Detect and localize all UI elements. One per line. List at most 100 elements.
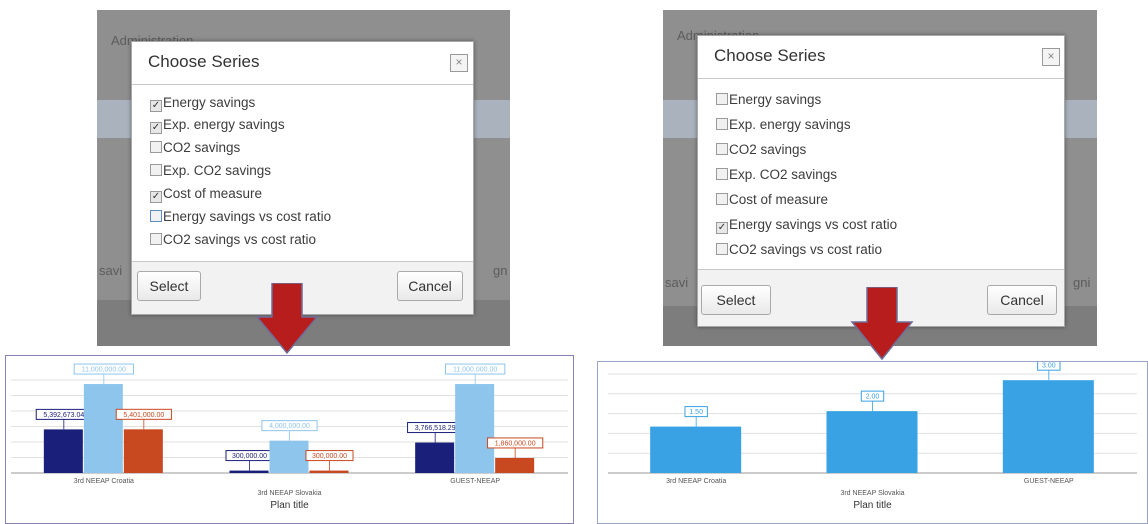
checkbox-energy-savings-vs-cost-ratio[interactable]: ✓ — [716, 222, 728, 234]
option-label: CO2 savings — [729, 142, 807, 157]
data-label: 300,000.00 — [312, 453, 347, 460]
series-option-energy-savings[interactable]: Energy savings — [716, 92, 821, 107]
series-option-energy-savings-vs-cost-ratio[interactable]: ✓ Energy savings vs cost ratio — [716, 217, 897, 234]
dialog-title: Choose Series — [714, 46, 826, 65]
checkbox-co2-savings-vs-cost-ratio[interactable] — [150, 233, 162, 245]
x-tick-label: 3rd NEEAP Croatia — [666, 478, 726, 485]
footer-separator — [698, 269, 1064, 270]
bar — [309, 470, 349, 473]
checkbox-exp-energy-savings[interactable] — [716, 118, 728, 130]
checkbox-energy-savings[interactable]: ✓ — [150, 100, 162, 112]
data-label: 3.00 — [1042, 363, 1056, 370]
right-background-side-right: gni — [1073, 275, 1091, 290]
series-option-co2-savings-vs-cost-ratio[interactable]: CO2 savings vs cost ratio — [150, 232, 316, 247]
right-bar-chart: 1.50 3rd NEEAP Croatia 2.00 3rd NEEAP Slova… — [608, 362, 1137, 511]
x-tick-label: GUEST-NEEAP — [450, 478, 500, 485]
close-icon[interactable]: × — [1042, 48, 1060, 66]
option-label: Cost of measure — [163, 186, 263, 201]
cancel-button[interactable]: Cancel — [987, 285, 1057, 315]
arrow-shape — [850, 287, 914, 361]
bar — [269, 440, 309, 473]
bar — [43, 429, 83, 473]
option-label: CO2 savings vs cost ratio — [163, 232, 317, 247]
dialog-title: Choose Series — [148, 52, 260, 71]
x-axis-title: Plan title — [270, 500, 309, 511]
data-label: 5,401,000.00 — [123, 412, 164, 419]
option-label: Exp. CO2 savings — [163, 163, 272, 178]
bar — [83, 384, 123, 473]
right-background-side-left: savi — [665, 275, 689, 290]
option-label: CO2 savings vs cost ratio — [729, 242, 883, 257]
data-label: 5,392,673.04 — [43, 412, 84, 419]
title-separator — [132, 84, 473, 85]
data-label: 1.50 — [689, 409, 703, 416]
option-label: CO2 savings — [163, 140, 241, 155]
option-label: Energy savings vs cost ratio — [729, 217, 898, 232]
bar — [826, 411, 918, 473]
title-separator — [698, 78, 1064, 79]
footer-separator — [132, 261, 473, 262]
data-label: 3,766,518.29 — [415, 425, 456, 432]
left-bar-chart: 5,392,673.04 11,000,000.00 5,401,000.00 3rd… — [11, 363, 568, 511]
checkbox-cost-of-measure[interactable] — [716, 193, 728, 205]
series-option-cost-of-measure[interactable]: ✓ Cost of measure — [150, 186, 262, 203]
left-background-side-left: savi — [99, 263, 123, 278]
x-tick-label: 3rd NEEAP Croatia — [74, 478, 134, 485]
series-option-exp-energy-savings[interactable]: Exp. energy savings — [716, 117, 851, 132]
option-label: Exp. energy savings — [729, 117, 851, 132]
checkbox-energy-savings-vs-cost-ratio[interactable] — [150, 210, 162, 222]
bar — [495, 457, 535, 473]
dialog-titlebar: Choose Series × — [132, 42, 473, 84]
checkbox-co2-savings-vs-cost-ratio[interactable] — [716, 243, 728, 255]
checkbox-energy-savings[interactable] — [716, 93, 728, 105]
series-option-exp-energy-savings[interactable]: ✓ Exp. energy savings — [150, 117, 285, 134]
data-label: 11,000,000.00 — [82, 367, 126, 374]
data-label: 300,000.00 — [232, 453, 267, 460]
series-option-co2-savings-vs-cost-ratio[interactable]: CO2 savings vs cost ratio — [716, 242, 882, 257]
checkbox-exp-energy-savings[interactable]: ✓ — [150, 122, 162, 134]
data-label: 4,000,000.00 — [269, 423, 310, 430]
checkbox-co2-savings[interactable] — [150, 141, 162, 153]
bar — [455, 384, 495, 473]
bar — [1002, 380, 1094, 473]
select-button[interactable]: Select — [701, 285, 771, 315]
select-button[interactable]: Select — [137, 271, 201, 301]
right-chart-panel: 1.50 3rd NEEAP Croatia 2.00 3rd NEEAP Slova… — [597, 361, 1148, 524]
series-option-co2-savings[interactable]: CO2 savings — [716, 142, 806, 157]
series-option-exp-co2-savings[interactable]: Exp. CO2 savings — [150, 163, 271, 178]
left-background-side-right: gn — [493, 263, 508, 278]
option-label: Energy savings vs cost ratio — [163, 209, 332, 224]
x-tick-label: 3rd NEEAP Slovakia — [257, 490, 321, 497]
left-choose-series-dialog: Choose Series × ✓ Energy savings ✓ Exp. en… — [131, 41, 474, 315]
cancel-button[interactable]: Cancel — [397, 271, 463, 301]
data-label: 11,000,000.00 — [453, 367, 497, 374]
bar — [229, 470, 269, 473]
option-label: Exp. CO2 savings — [729, 167, 838, 182]
dialog-titlebar: Choose Series × — [698, 36, 1064, 78]
right-down-arrow-icon — [850, 287, 914, 361]
right-choose-series-dialog: Choose Series × Energy savings Exp. ener… — [697, 35, 1065, 327]
checkbox-exp-co2-savings[interactable] — [716, 168, 728, 180]
checkbox-co2-savings[interactable] — [716, 143, 728, 155]
series-option-cost-of-measure[interactable]: Cost of measure — [716, 192, 828, 207]
option-label: Exp. energy savings — [163, 117, 285, 132]
series-option-co2-savings[interactable]: CO2 savings — [150, 140, 240, 155]
checkbox-exp-co2-savings[interactable] — [150, 164, 162, 176]
option-label: Cost of measure — [729, 192, 829, 207]
data-label: 2.00 — [866, 394, 880, 401]
option-label: Energy savings — [163, 95, 256, 110]
x-tick-label: 3rd NEEAP Slovakia — [840, 490, 904, 497]
x-tick-label: GUEST-NEEAP — [1024, 478, 1074, 485]
series-option-exp-co2-savings[interactable]: Exp. CO2 savings — [716, 167, 837, 182]
series-option-energy-savings[interactable]: ✓ Energy savings — [150, 95, 255, 112]
series-option-energy-savings-vs-cost-ratio[interactable]: Energy savings vs cost ratio — [150, 209, 331, 224]
close-icon[interactable]: × — [450, 54, 468, 72]
bar — [415, 442, 455, 473]
data-label: 1,860,000.00 — [495, 440, 536, 447]
bar — [123, 429, 163, 473]
x-axis-title: Plan title — [853, 500, 892, 511]
option-label: Energy savings — [729, 92, 822, 107]
left-down-arrow-icon — [255, 283, 319, 355]
arrow-shape — [255, 283, 319, 355]
checkbox-cost-of-measure[interactable]: ✓ — [150, 191, 162, 203]
